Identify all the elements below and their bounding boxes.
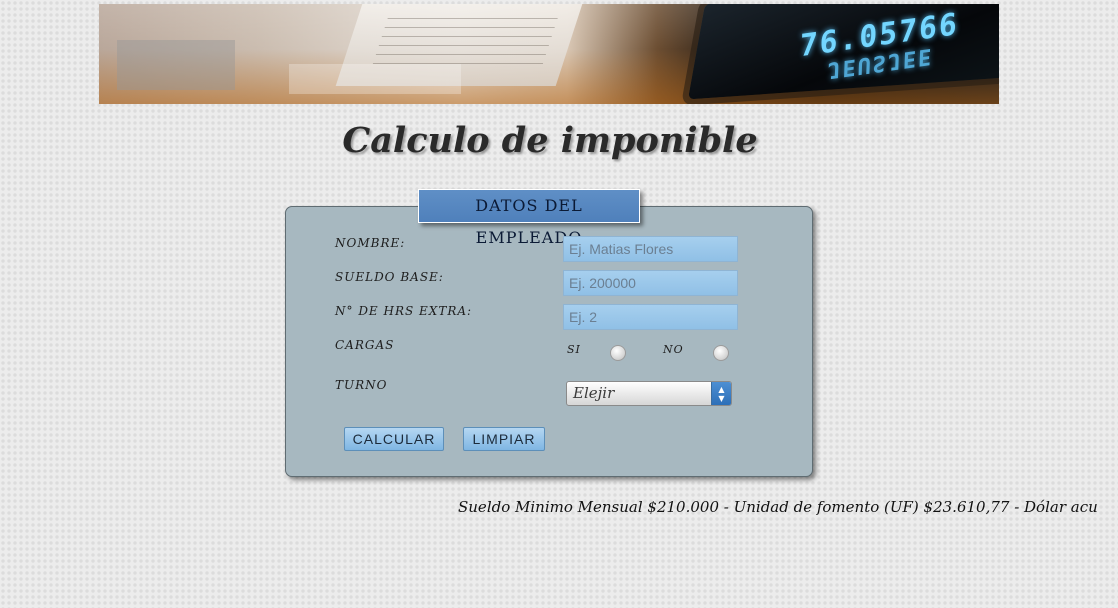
header-banner-image: 76.05766 JEUSJEE xyxy=(99,4,999,104)
form-legend: DATOS DEL EMPLEADO xyxy=(418,189,640,247)
nombre-label: NOMBRE: xyxy=(335,236,406,250)
banner-overlay-square xyxy=(117,40,235,90)
sueldo-base-input[interactable]: Ej. 200000 xyxy=(563,270,738,296)
page-title: Calculo de imponible xyxy=(342,120,758,161)
sueldo-base-label: SUELDO BASE: xyxy=(335,270,444,284)
cargas-si-radio[interactable] xyxy=(610,345,626,361)
hrs-extra-label: N° DE HRS EXTRA: xyxy=(335,304,473,318)
economic-indicators-ticker: Sueldo Minimo Mensual $210.000 - Unidad … xyxy=(458,498,1098,516)
cargas-label: CARGAS xyxy=(335,338,395,352)
cargas-no-radio[interactable] xyxy=(713,345,729,361)
cargas-si-label: SI xyxy=(567,343,581,356)
cargas-no-label: NO xyxy=(663,343,684,356)
nombre-input[interactable]: Ej. Matias Flores xyxy=(563,236,738,262)
calcular-button[interactable]: CALCULAR xyxy=(344,427,444,451)
turno-selected-value: Elejir xyxy=(573,384,615,402)
turno-label: TURNO xyxy=(335,378,388,392)
banner-overlay-strip xyxy=(289,64,461,94)
turno-select[interactable]: Elejir ▲ ▼ xyxy=(566,381,732,406)
hrs-extra-input[interactable]: Ej. 2 xyxy=(563,304,738,330)
up-down-arrows-icon: ▲ ▼ xyxy=(711,382,731,405)
limpiar-button[interactable]: LIMPIAR xyxy=(463,427,545,451)
